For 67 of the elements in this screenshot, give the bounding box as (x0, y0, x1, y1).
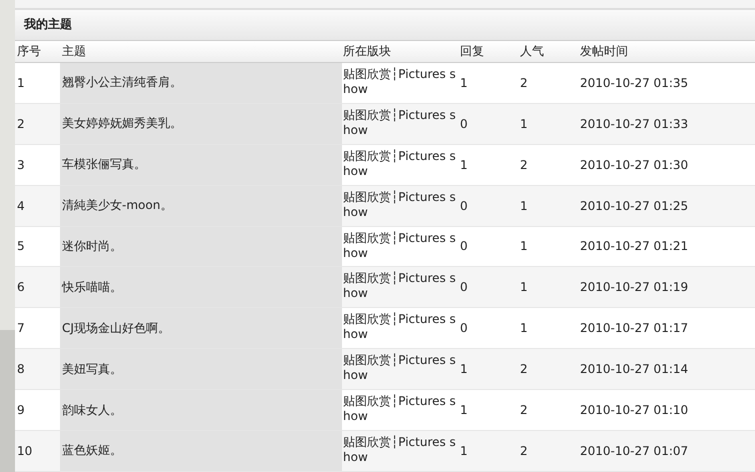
table-cell-text: 1 (459, 74, 469, 92)
table-cell-text: 2010-10-27 01:35 (579, 74, 690, 92)
table-cell-text: 贴图欣赏┆Pictures show (342, 434, 457, 466)
table-cell-text: 1 (519, 279, 529, 296)
table-cell-text: 8 (16, 361, 26, 378)
table-cell-text: 贴图欣赏┆Pictures show (342, 311, 457, 344)
column-header: 序号 (16, 42, 42, 60)
table-cell-text: 1 (16, 74, 26, 92)
table-cell-text: 2010-10-27 01:14 (579, 361, 690, 378)
table-cell-text: 贴图欣赏┆Pictures show (342, 230, 457, 262)
column-header: 发帖时间 (579, 42, 629, 60)
table-cell-text: 5 (16, 238, 26, 256)
table-cell-text: 1 (459, 402, 469, 420)
column-header: 回复 (459, 42, 485, 60)
table-cell-text: 2010-10-27 01:21 (579, 238, 690, 256)
table-cell-text: 9 (16, 402, 26, 420)
table-cell-text: 0 (459, 279, 469, 296)
table-cell-text: 7 (16, 320, 26, 338)
table-cell-text: 6 (16, 279, 26, 296)
column-header: 主题 (61, 42, 87, 60)
table-cell-text: 1 (459, 442, 469, 460)
table-cell-text: 2 (519, 74, 529, 92)
table-cell-text: 2 (519, 361, 529, 378)
table-cell-text: 1 (519, 238, 529, 256)
table-cell-text: 0 (459, 198, 469, 215)
topic-link[interactable]: 快乐喵喵。 (60, 267, 342, 308)
table-cell-text: 1 (459, 361, 469, 378)
table-cell-text: 贴图欣赏┆Pictures show (342, 188, 457, 221)
topic-link[interactable]: 车模张俪写真。 (60, 144, 342, 185)
column-header: 所在版块 (342, 44, 392, 59)
table-cell-text: 2 (519, 442, 529, 460)
table-cell-text: 2010-10-27 01:10 (579, 402, 690, 420)
table-cell-text: 0 (459, 116, 469, 133)
table-cell-text: 2010-10-27 01:30 (579, 156, 690, 174)
topic-link[interactable]: 美妞写真。 (60, 349, 342, 390)
table-cell-text: 1 (519, 198, 529, 215)
table-cell-text: 1 (459, 156, 469, 174)
topic-link[interactable]: CJ现场金山好色啊。 (60, 308, 342, 348)
table-cell-text: 1 (519, 320, 529, 338)
table-cell-text: 2010-10-27 01:25 (579, 198, 690, 215)
table-cell-text: 1 (519, 116, 529, 133)
table-cell-text: 2010-10-27 01:07 (579, 442, 690, 460)
topic-link[interactable]: 翘臀小公主清纯香肩。 (60, 62, 342, 103)
column-header: 人气 (519, 42, 545, 60)
table-cell-text: 贴图欣赏┆Pictures show (342, 352, 457, 384)
table-cell-text: 0 (459, 238, 469, 256)
table-cell-text: 贴图欣赏┆Pictures show (342, 106, 457, 139)
table-cell-text: 2010-10-27 01:33 (579, 116, 690, 133)
table-cell-text: 0 (459, 320, 469, 338)
topic-link[interactable]: 清純美少女-moon。 (60, 186, 342, 226)
topic-link[interactable]: 韵味女人。 (60, 390, 342, 430)
topic-link[interactable]: 美女婷婷妩媚秀美乳。 (60, 104, 342, 144)
table-cell-text: 2 (16, 116, 26, 133)
table-cell-text: 贴图欣赏┆Pictures show (342, 148, 457, 180)
table-cell-text: 3 (16, 156, 26, 174)
table-cell-text: 2010-10-27 01:17 (579, 320, 690, 338)
table-cell-text: 10 (16, 442, 34, 460)
topic-link[interactable]: 迷你时尚。 (60, 226, 342, 266)
table-cell-text: 2010-10-27 01:19 (579, 279, 690, 296)
table-cell-text: 4 (16, 198, 26, 215)
table-cell-text: 2 (519, 156, 529, 174)
table-cell-text: 2 (519, 402, 529, 420)
table-cell-text: 贴图欣赏┆Pictures show (342, 66, 457, 98)
table-cell-text: 贴图欣赏┆Pictures show (342, 393, 457, 426)
table-cell-text: 贴图欣赏┆Pictures show (342, 270, 457, 302)
panel-title: 我的主题 (22, 16, 72, 34)
topic-link[interactable]: 蓝色妖姬。 (60, 431, 342, 471)
